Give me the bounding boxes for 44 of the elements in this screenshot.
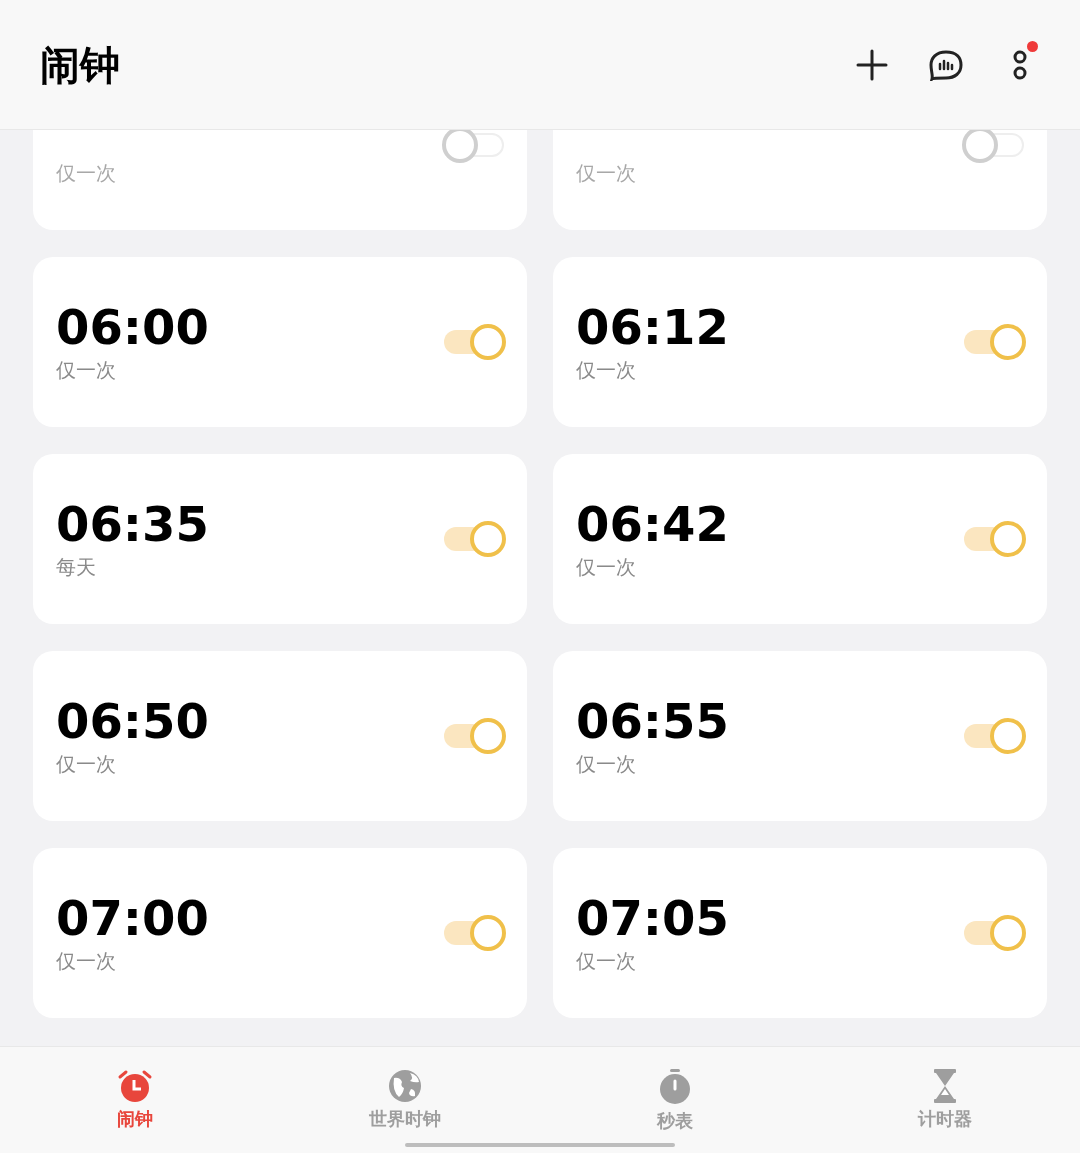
- toggle-switch[interactable]: [962, 324, 1026, 360]
- alarm-repeat: 仅一次: [56, 751, 117, 778]
- plus-icon: [856, 48, 888, 81]
- alarm-repeat: 仅一次: [576, 160, 636, 187]
- alarm-repeat: 仅一次: [576, 948, 637, 975]
- alarm-repeat: 每天: [56, 554, 97, 581]
- alarm-repeat: 仅一次: [576, 357, 637, 384]
- alarm-card[interactable]: 07:05 仅一次: [553, 848, 1047, 1018]
- alarm-clock-icon: [117, 1069, 153, 1103]
- toggle-switch[interactable]: [962, 915, 1026, 951]
- alarm-repeat: 仅一次: [56, 948, 117, 975]
- speech-bubble-bars-icon: [929, 48, 963, 81]
- alarm-time: 07:05: [576, 890, 729, 946]
- toggle-switch[interactable]: [962, 130, 1026, 163]
- hourglass-icon: [932, 1069, 958, 1103]
- alarm-time: 06:42: [576, 496, 729, 552]
- alarm-time: 06:55: [576, 693, 729, 749]
- alarm-repeat: 仅一次: [56, 357, 117, 384]
- alarm-card[interactable]: 06:55 仅一次: [553, 651, 1047, 821]
- globe-icon: [388, 1069, 422, 1103]
- stopwatch-icon: [659, 1069, 691, 1105]
- alarm-card[interactable]: 06:50 仅一次: [33, 651, 527, 821]
- alarm-time: 06:35: [56, 496, 209, 552]
- alarm-repeat: 仅一次: [576, 751, 637, 778]
- page-title: 闹钟: [40, 40, 120, 90]
- toggle-switch[interactable]: [442, 718, 506, 754]
- alarm-time: 06:00: [56, 299, 209, 355]
- tab[interactable]: 闹钟: [0, 1047, 270, 1153]
- alarm-card[interactable]: 06:00 仅一次: [33, 257, 527, 427]
- alarm-time: 07:00: [56, 890, 209, 946]
- alarm-card[interactable]: 06:42 仅一次: [553, 454, 1047, 624]
- toggle-switch[interactable]: [962, 718, 1026, 754]
- alarm-time: 06:50: [56, 693, 209, 749]
- toggle-switch[interactable]: [962, 521, 1026, 557]
- alarm-card[interactable]: 06:35 每天: [33, 454, 527, 624]
- toggle-switch[interactable]: [442, 915, 506, 951]
- alarm-card[interactable]: 06:12 仅一次: [553, 257, 1047, 427]
- toggle-switch[interactable]: [442, 130, 506, 163]
- alarm-repeat: 仅一次: [576, 554, 637, 581]
- alarm-card[interactable]: 07:00 仅一次: [33, 848, 527, 1018]
- toggle-switch[interactable]: [442, 324, 506, 360]
- alarm-repeat: 仅一次: [56, 160, 116, 187]
- toggle-switch[interactable]: [442, 521, 506, 557]
- alarm-time: 06:12: [576, 299, 729, 355]
